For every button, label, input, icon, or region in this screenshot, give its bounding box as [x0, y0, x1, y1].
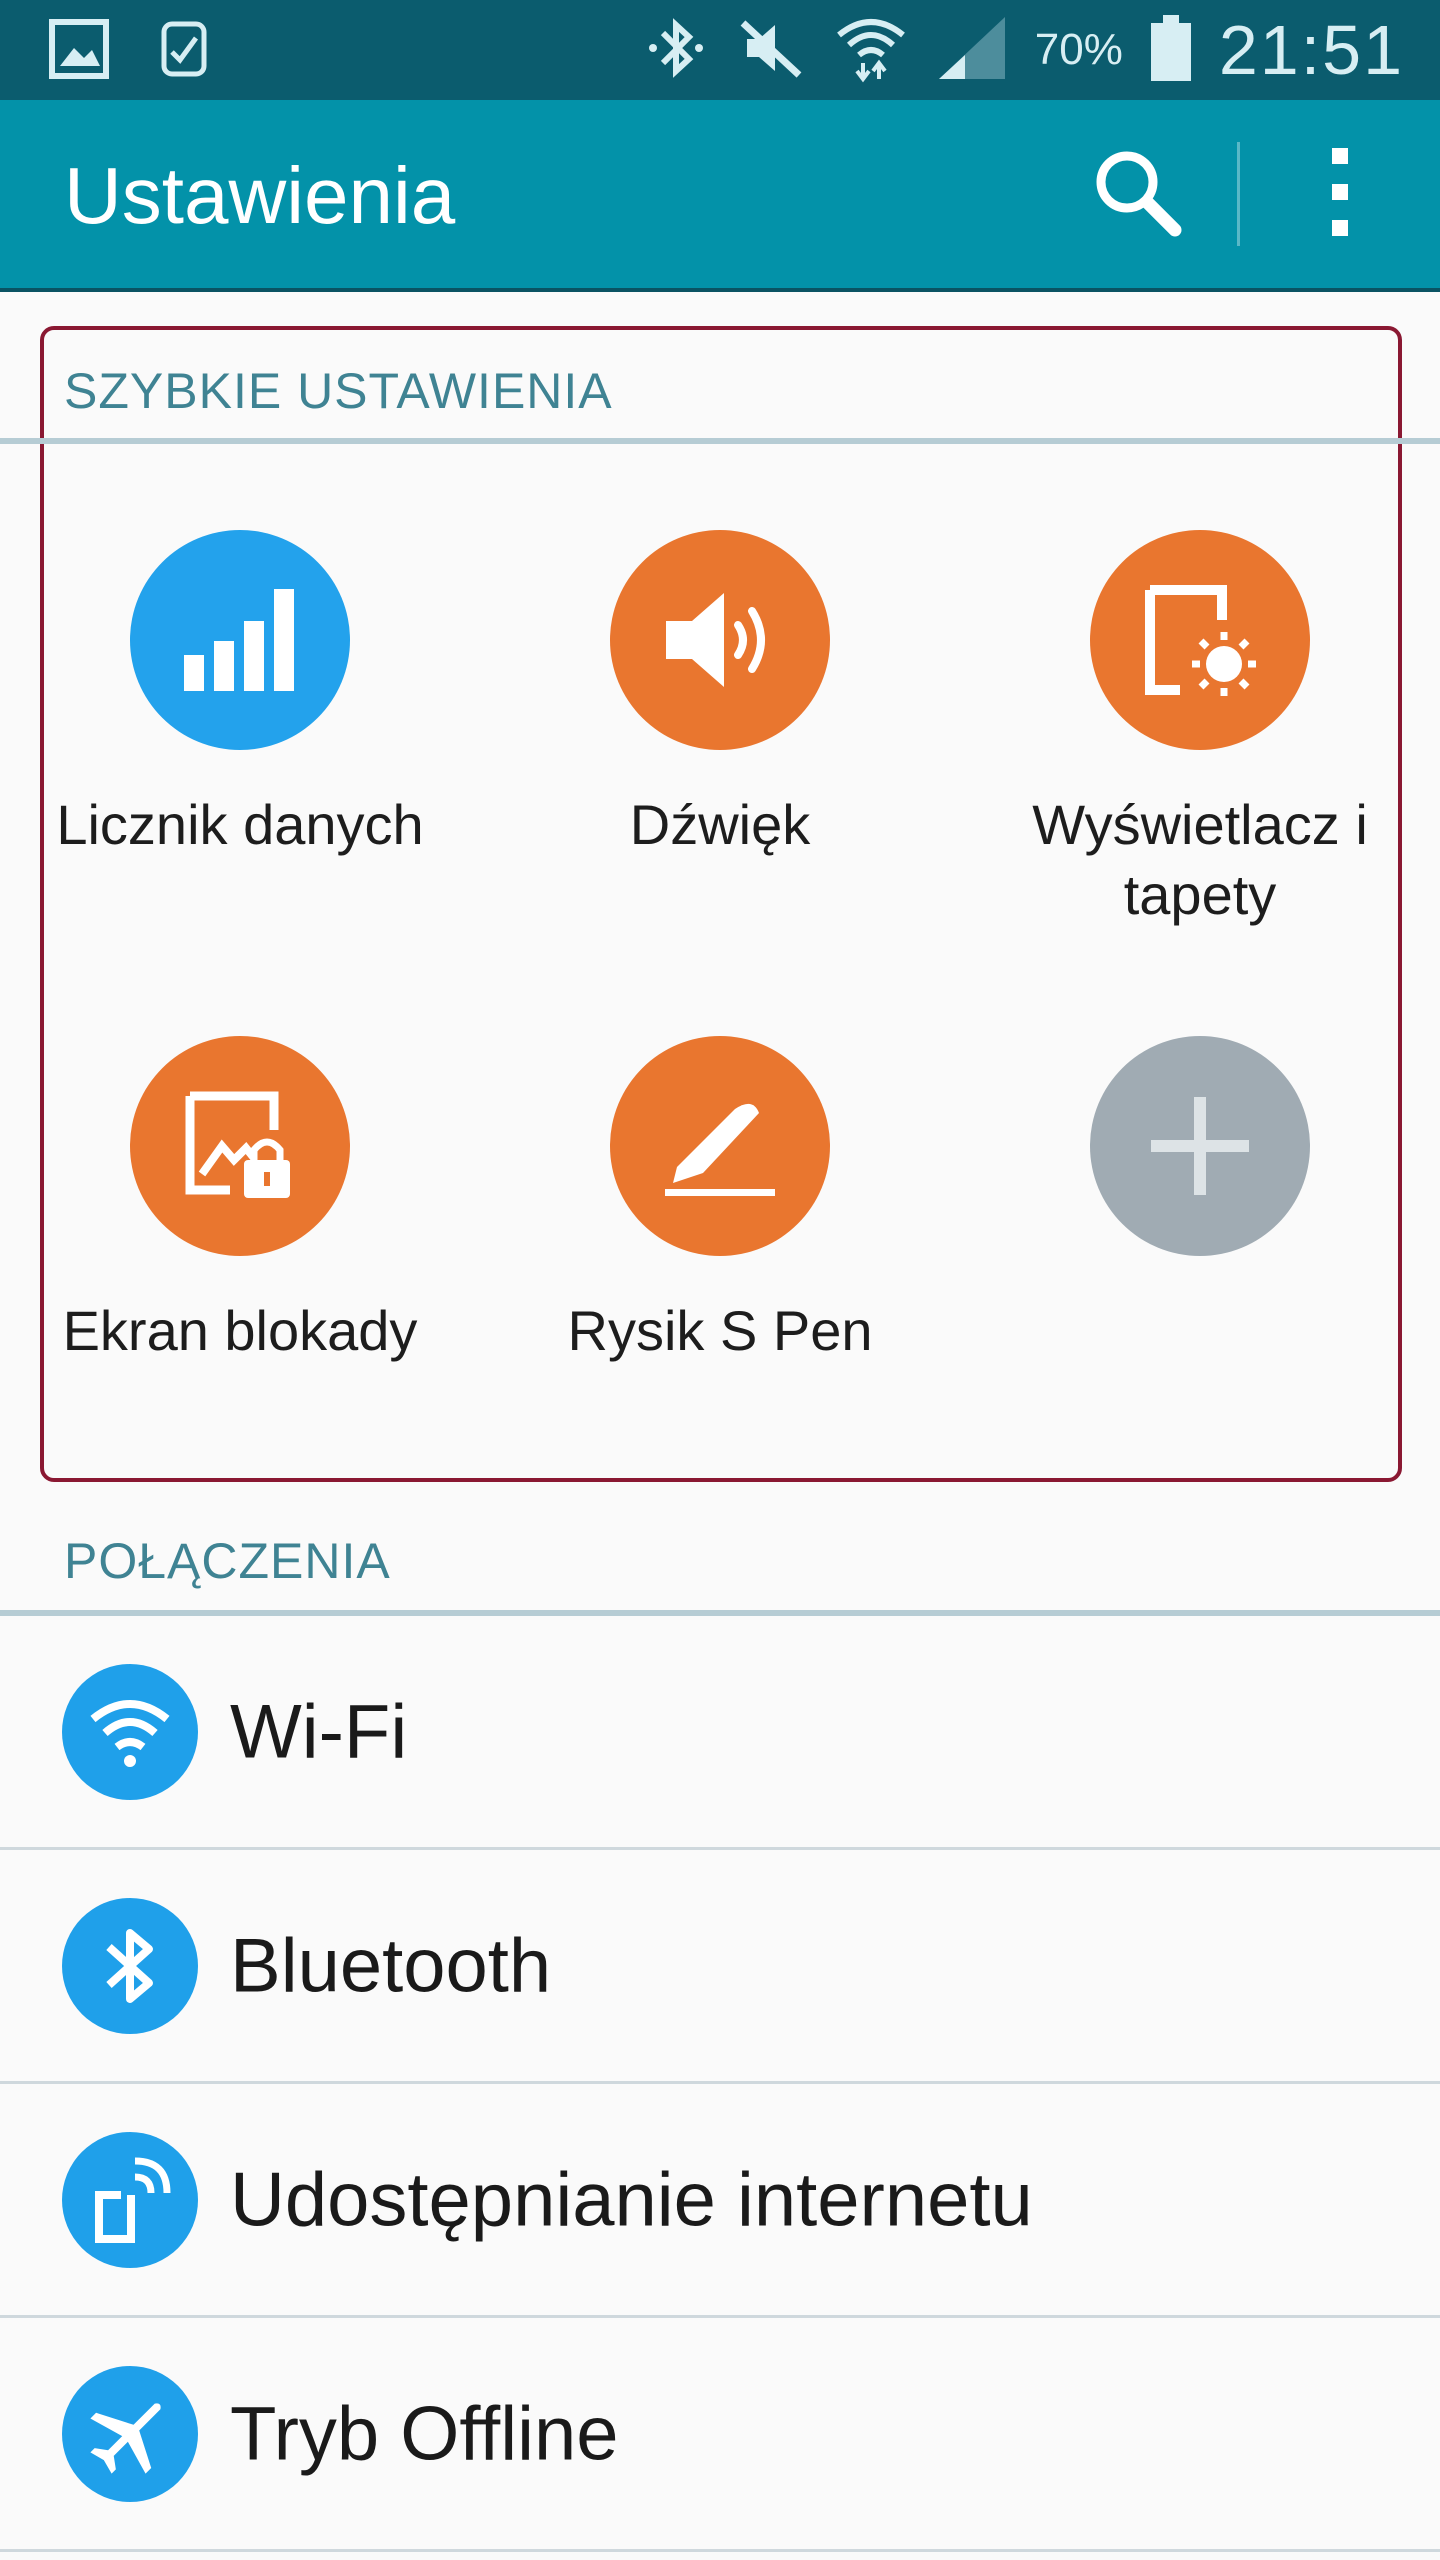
quick-setting-label: Rysik S Pen — [567, 1299, 873, 1362]
lock-screen-icon — [130, 1036, 350, 1256]
quick-setting-label: Wyświetlacz i tapety — [1032, 793, 1368, 926]
settings-row-label: Wi-Fi — [230, 1689, 408, 1774]
quick-settings-header: SZYBKIE USTAWIENIA — [64, 363, 613, 419]
quick-setting-label: Ekran blokady — [62, 1299, 418, 1362]
page-title: Ustawienia — [64, 151, 456, 240]
speaker-icon — [610, 530, 830, 750]
settings-row-label: Udostępnianie internetu — [230, 2157, 1033, 2242]
signal-bars-icon — [130, 530, 350, 750]
settings-row-label: Tryb Offline — [230, 2391, 619, 2476]
settings-row-label: Bluetooth — [230, 1923, 552, 2008]
app-bar: Ustawienia — [0, 100, 1440, 288]
quick-setting-add[interactable] — [960, 1036, 1440, 1296]
settings-row-bluetooth[interactable]: Bluetooth — [0, 1850, 1440, 2084]
more-options-button[interactable] — [1240, 100, 1440, 288]
search-icon — [1087, 142, 1187, 247]
quick-setting-data-usage[interactable]: Licznik danych — [0, 530, 480, 860]
quick-setting-label: Dźwięk — [629, 793, 811, 856]
plus-icon — [1090, 1036, 1310, 1256]
mute-status-icon — [737, 13, 807, 88]
quick-setting-label: Licznik danych — [56, 793, 424, 856]
battery-icon — [1149, 13, 1193, 88]
settings-row-airplane-mode[interactable]: Tryb Offline — [0, 2318, 1440, 2552]
overflow-menu-icon — [1325, 142, 1355, 247]
airplane-icon — [62, 2365, 198, 2502]
watch-notification-icon — [158, 18, 212, 85]
status-bar: 70% 21:51 — [0, 0, 1440, 100]
bluetooth-icon — [62, 1897, 198, 2034]
clock: 21:51 — [1218, 11, 1404, 89]
wifi-status-icon — [833, 13, 909, 88]
gallery-notification-icon — [48, 18, 110, 85]
quick-settings-divider — [0, 438, 1440, 444]
bluetooth-status-icon — [641, 13, 711, 88]
settings-row-tethering[interactable]: Udostępnianie internetu — [0, 2084, 1440, 2318]
signal-status-icon — [935, 13, 1009, 88]
search-button[interactable] — [1037, 100, 1237, 288]
tethering-icon — [62, 2131, 198, 2268]
pen-icon — [610, 1036, 830, 1256]
settings-row-wifi[interactable]: Wi-Fi — [0, 1616, 1440, 1850]
display-brightness-icon — [1090, 530, 1310, 750]
quick-setting-display[interactable]: Wyświetlacz i tapety — [960, 530, 1440, 930]
quick-setting-sound[interactable]: Dźwięk — [480, 530, 960, 860]
quick-setting-lock-screen[interactable]: Ekran blokady — [0, 1036, 480, 1366]
battery-percent: 70% — [1034, 25, 1123, 74]
wifi-icon — [62, 1663, 198, 1800]
quick-setting-s-pen[interactable]: Rysik S Pen — [480, 1036, 960, 1366]
connections-header: POŁĄCZENIA — [64, 1533, 391, 1589]
